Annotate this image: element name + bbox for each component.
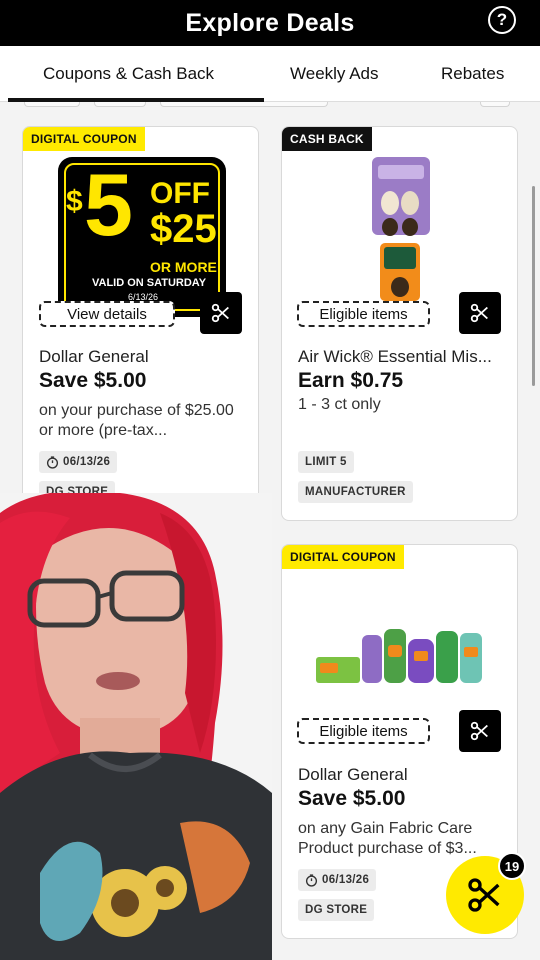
deal-card[interactable]: CASH BACK Eligible items Air Wick® Essen… [281, 126, 518, 521]
deal-card[interactable]: DIGITAL COUPON $ 5 OFF $25 OR MORE VALID… [22, 126, 259, 521]
tab-rebates[interactable]: Rebates [441, 46, 504, 102]
expiration-chip: 06/13/26 [39, 451, 118, 473]
clip-offer-button[interactable] [459, 292, 501, 334]
explore-deals-screen: Explore Deals ? Coupons & Cash Back Week… [0, 0, 540, 960]
view-details-button[interactable]: View details [39, 301, 175, 327]
deal-type-badge: DIGITAL COUPON [282, 545, 404, 569]
deal-description: on your purchase of $25.00 or more (pre-… [39, 402, 234, 439]
scrollbar[interactable] [532, 186, 535, 386]
limit-chip: LIMIT 5 [298, 451, 354, 473]
deal-amount: Save $5.00 [39, 369, 147, 392]
product-image [372, 157, 430, 301]
scissors-icon [211, 303, 229, 323]
deal-description: on any Gain Fabric Care Product purchase… [298, 820, 477, 857]
brand-name: Air Wick® Essential Mis... [298, 347, 492, 366]
header-bar: Explore Deals ? [0, 0, 540, 46]
manufacturer-chip: MANUFACTURER [298, 481, 413, 503]
timer-icon [305, 873, 318, 887]
deal-type-badge: DIGITAL COUPON [23, 127, 145, 151]
presenter-image [0, 493, 272, 960]
deal-amount: Save $5.00 [298, 787, 406, 810]
deal-amount: Earn $0.75 [298, 369, 404, 392]
presenter-video-overlay [0, 493, 272, 960]
tab-coupons-cash-back[interactable]: Coupons & Cash Back [43, 46, 214, 102]
clip-coupon-button[interactable] [200, 292, 242, 334]
scissors-icon [470, 721, 488, 741]
expiration-chip: 06/13/26 [298, 869, 377, 891]
brand-name: Dollar General [39, 347, 149, 366]
deal-type-badge: CASH BACK [282, 127, 372, 151]
help-icon[interactable]: ? [488, 6, 516, 34]
filter-chips-row [20, 102, 520, 110]
tab-weekly-ads[interactable]: Weekly Ads [290, 46, 379, 102]
eligible-items-button[interactable]: Eligible items [297, 301, 430, 327]
product-image [316, 629, 482, 683]
page-title: Explore Deals [185, 8, 355, 37]
scissors-icon [468, 878, 500, 912]
clip-coupon-button[interactable] [459, 710, 501, 752]
clipped-count-badge: 19 [498, 852, 526, 880]
deal-description: 1 - 3 ct only [298, 396, 381, 413]
brand-name: Dollar General [298, 765, 408, 784]
tab-bar: Coupons & Cash Back Weekly Ads Rebates [0, 46, 540, 102]
eligible-items-button[interactable]: Eligible items [297, 718, 430, 744]
timer-icon [46, 455, 59, 469]
store-chip: DG STORE [298, 899, 375, 921]
scissors-icon [470, 303, 488, 323]
